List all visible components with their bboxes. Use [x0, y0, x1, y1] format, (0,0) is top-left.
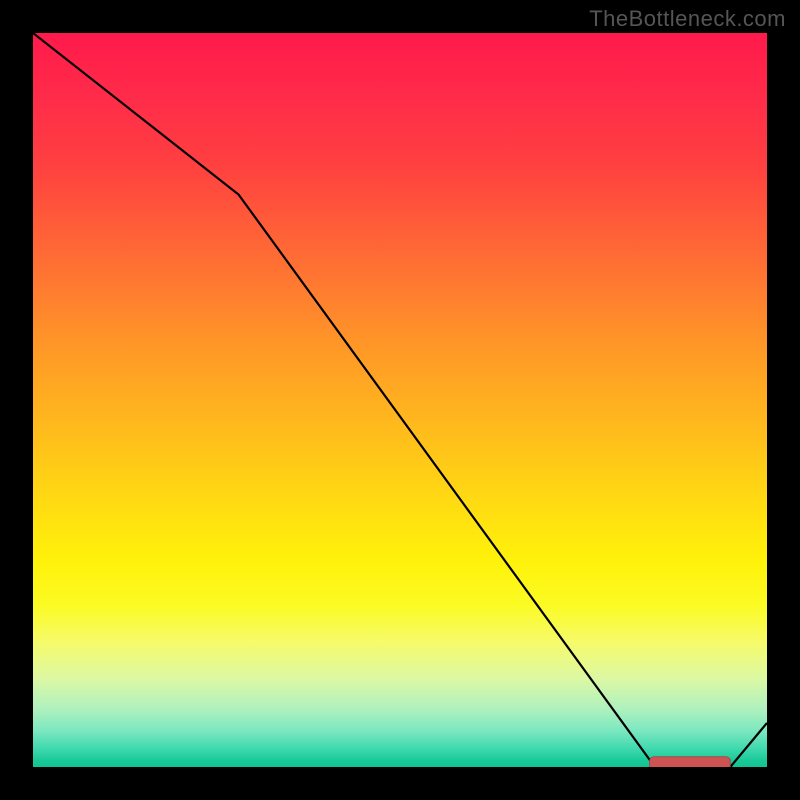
chart-root: TheBottleneck.com — [0, 0, 800, 800]
plot-area — [33, 33, 767, 767]
data-series-line — [33, 33, 767, 767]
series-end-marker — [650, 757, 731, 767]
watermark-label: TheBottleneck.com — [589, 6, 786, 32]
chart-svg — [33, 33, 767, 767]
